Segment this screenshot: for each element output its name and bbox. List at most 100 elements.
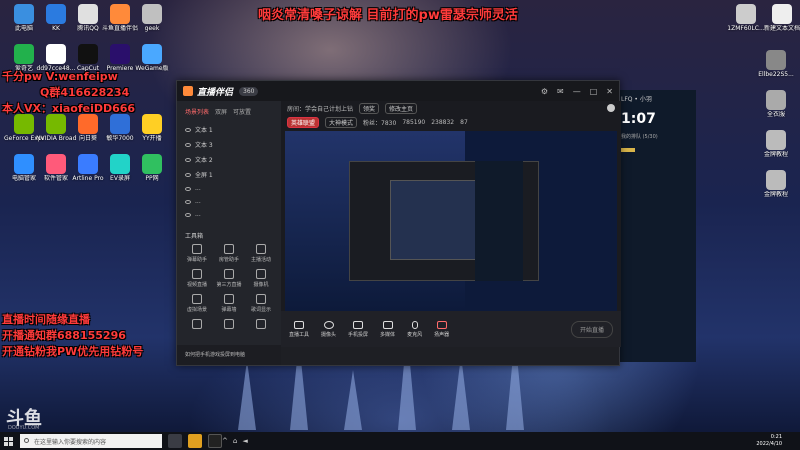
status-hint[interactable]: 如何把手机游戏投屏到电脑: [177, 345, 281, 365]
network-icon[interactable]: ⌂: [233, 437, 237, 445]
system-tray: ^ ⌂ ◄: [222, 437, 248, 445]
visibility-icon[interactable]: [185, 142, 191, 147]
desktop-icon[interactable]: Ellbe22S5...: [756, 50, 796, 78]
toolbox-grid: 弹幕助手 房管助手 主播活动视频直播 第三方直播 摄像机虚拟场景 弹幕墙 歌词显示: [177, 244, 281, 331]
desktop-icon[interactable]: geek: [132, 4, 172, 32]
scene-item[interactable]: 文本 1: [177, 122, 281, 137]
stat-1: 785190: [402, 118, 426, 126]
tool-button[interactable]: [181, 319, 213, 331]
taskbar-clock[interactable]: 0:21 2022/4/10: [756, 434, 782, 448]
tool-icon: [192, 319, 202, 329]
mail-icon[interactable]: ✉: [557, 87, 564, 96]
tool-button[interactable]: 主播活动: [245, 244, 277, 263]
visibility-icon[interactable]: [185, 157, 191, 162]
tool-button[interactable]: 视频直播: [181, 269, 213, 288]
app-icon: [46, 44, 66, 64]
maximize-icon[interactable]: □: [590, 87, 598, 96]
wallpaper-spike: [238, 360, 256, 430]
start-live-button[interactable]: 开始直播: [570, 320, 613, 338]
tool-label: 主播活动: [250, 257, 271, 263]
tab-placement[interactable]: 可放置: [233, 107, 251, 116]
room-title: 房间：学会自己计划上钻: [287, 105, 354, 113]
app-icon: [110, 154, 130, 174]
microphone-button[interactable]: 麦克风: [407, 320, 422, 338]
desktop-icon[interactable]: PP网: [132, 154, 172, 182]
desktop-icon[interactable]: WeGame版: [132, 44, 172, 72]
phone-cast-button[interactable]: 手机投屏: [348, 320, 368, 338]
tool-label: 第三方直播: [216, 282, 242, 288]
visibility-icon[interactable]: [185, 186, 191, 191]
desktop-icon-label: geek: [144, 25, 160, 32]
tool-button[interactable]: 弹幕墙: [213, 294, 245, 313]
tool-button[interactable]: 弹幕助手: [181, 244, 213, 263]
visibility-icon[interactable]: [185, 172, 191, 177]
stream-preview: [285, 131, 617, 311]
taskbar-app-icon[interactable]: [188, 434, 202, 448]
tool-button[interactable]: 歌词显示: [245, 294, 277, 313]
scene-item[interactable]: 全屏 1: [177, 167, 281, 182]
desktop-icon[interactable]: 1ZMF60LC...: [726, 4, 766, 32]
game-category-chip[interactable]: 英雄联盟: [287, 116, 320, 128]
mode-chip[interactable]: 大神模式: [325, 116, 358, 128]
tool-icon: [256, 319, 266, 329]
close-icon[interactable]: ✕: [606, 87, 613, 96]
minimize-icon[interactable]: —: [573, 87, 581, 96]
media-button[interactable]: 多媒体: [380, 320, 395, 338]
camera-button[interactable]: 摄像头: [321, 320, 336, 338]
live-tools-button[interactable]: 直播工具: [289, 320, 309, 338]
task-view-icon[interactable]: [168, 434, 182, 448]
app-icon: [142, 154, 162, 174]
tool-button[interactable]: 摄像机: [245, 269, 277, 288]
visibility-icon[interactable]: [185, 212, 191, 217]
tab-scene-list[interactable]: 场景列表: [185, 107, 209, 116]
scene-item[interactable]: ...: [177, 182, 281, 195]
app-icon: [78, 44, 98, 64]
app-icon: [78, 114, 98, 134]
claim-chip[interactable]: 领奖: [359, 102, 380, 114]
taskbar-search-input[interactable]: 在这里输入你要搜索的内容: [20, 434, 162, 448]
app-icon: [14, 114, 34, 134]
tray-arrow-icon[interactable]: ^: [222, 437, 228, 445]
desktop-icon[interactable]: 金牌教程: [756, 130, 796, 158]
scene-list: 文本 1 文本 3 文本 2 全屏 1.........: [177, 122, 281, 221]
visibility-icon[interactable]: [185, 127, 191, 132]
contact-line-3: 本人VX：xiaofeiDD666: [2, 102, 136, 115]
volume-icon[interactable]: ◄: [242, 437, 247, 445]
avatar[interactable]: [607, 104, 615, 112]
clock-date: 2022/4/10: [756, 441, 782, 447]
scene-item[interactable]: ...: [177, 208, 281, 221]
tool-button[interactable]: [213, 319, 245, 331]
start-button[interactable]: [0, 432, 16, 450]
scene-item[interactable]: 文本 3: [177, 137, 281, 152]
desktop-icon-label: 全衣服: [766, 111, 785, 118]
tab-dual-screen[interactable]: 双屏: [215, 107, 227, 116]
windows-logo-icon: [3, 436, 13, 446]
tool-button[interactable]: 房管助手: [213, 244, 245, 263]
clock-time: 0:21: [770, 434, 782, 440]
queue-timer: 1:07: [621, 111, 656, 127]
edit-home-chip[interactable]: 修改主页: [385, 102, 418, 114]
stat-2: 238832: [431, 118, 455, 126]
desktop-icon[interactable]: YY开播: [132, 114, 172, 142]
douyu-watermark-url: DOUYU.COM: [8, 425, 40, 431]
app-logo-icon: [183, 86, 193, 96]
desktop-icon[interactable]: 新建文本文档: [762, 4, 800, 32]
tool-button[interactable]: 第三方直播: [213, 269, 245, 288]
tool-icon: [224, 244, 234, 254]
scene-label: 文本 3: [195, 142, 213, 149]
desktop-icon[interactable]: 金牌教程: [756, 170, 796, 198]
settings-icon[interactable]: ⚙: [541, 87, 548, 96]
tool-label: 房管助手: [218, 257, 239, 263]
tool-button[interactable]: [245, 319, 277, 331]
tool-button[interactable]: 虚拟场景: [181, 294, 213, 313]
accept-indicator[interactable]: [621, 148, 635, 152]
visibility-icon[interactable]: [185, 199, 191, 204]
speaker-button[interactable]: 扬声器: [434, 320, 449, 338]
scene-item[interactable]: 文本 2: [177, 152, 281, 167]
taskbar-app-icon[interactable]: [208, 434, 222, 448]
app-icon: [78, 4, 98, 24]
desktop-icon[interactable]: 全衣服: [756, 90, 796, 118]
app-title: 直播伴侣: [197, 87, 234, 98]
scene-item[interactable]: ...: [177, 195, 281, 208]
app-titlebar: 直播伴侣 360 ⚙ ✉ — □ ✕: [177, 81, 619, 101]
